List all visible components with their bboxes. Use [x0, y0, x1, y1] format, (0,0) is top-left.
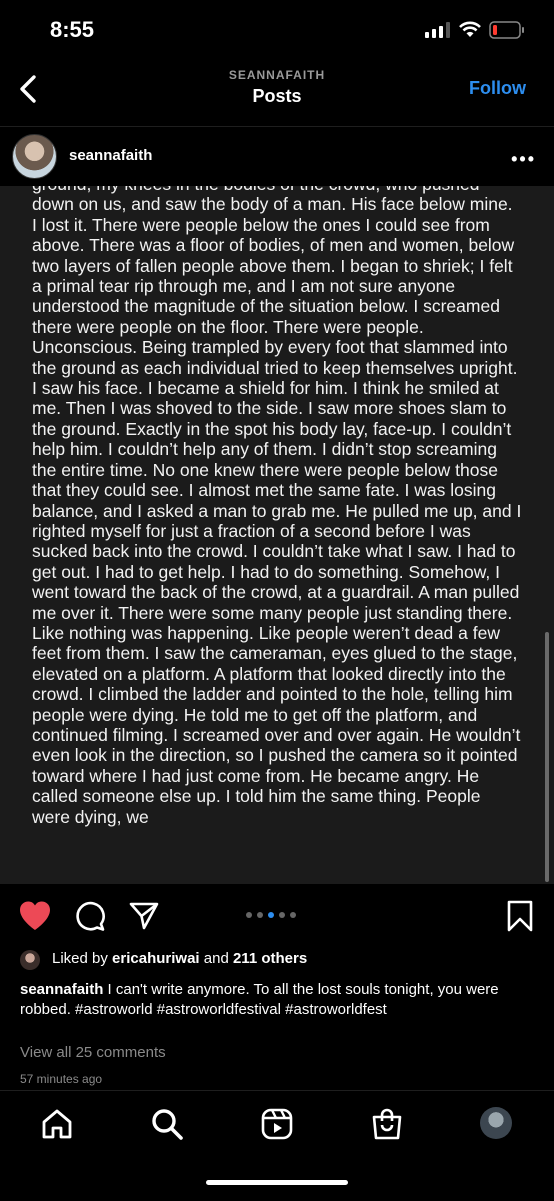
- author-avatar[interactable]: [12, 134, 57, 179]
- carousel-dot: [246, 912, 252, 918]
- home-indicator: [206, 1180, 348, 1185]
- carousel-dot-active: [268, 912, 274, 918]
- liker-username[interactable]: ericahuriwai: [112, 950, 200, 967]
- shop-icon[interactable]: [370, 1107, 404, 1141]
- carousel-dot: [290, 912, 296, 918]
- post-caption: seannafaith I can't write anymore. To al…: [20, 980, 540, 1020]
- nav-header: SEANNAFAITH Posts Follow: [0, 60, 554, 120]
- follow-button[interactable]: Follow: [469, 78, 526, 99]
- likes-prefix: Liked by: [52, 950, 108, 967]
- author-username[interactable]: seannafaith: [69, 147, 152, 164]
- status-bar: 8:55: [0, 0, 554, 60]
- media-scroll-indicator: [545, 632, 549, 882]
- battery-icon: [489, 21, 524, 39]
- likes-conjunction: and: [203, 950, 229, 967]
- share-icon[interactable]: [128, 900, 160, 932]
- reels-icon[interactable]: [260, 1107, 294, 1141]
- likes-others-link[interactable]: 211 others: [233, 950, 307, 967]
- likes-text: Liked by ericahuriwai and 211 others: [52, 950, 307, 967]
- signal-icon: [425, 22, 450, 38]
- carousel-indicator: [246, 912, 296, 918]
- search-icon[interactable]: [150, 1107, 184, 1141]
- post-actions: [0, 884, 554, 946]
- post-image-text: ground, my knees in the bodies of the cr…: [32, 186, 522, 827]
- home-icon[interactable]: [40, 1107, 74, 1141]
- caption-username[interactable]: seannafaith: [20, 981, 103, 998]
- bookmark-icon[interactable]: [506, 900, 534, 932]
- carousel-dot: [279, 912, 285, 918]
- status-time: 8:55: [50, 17, 95, 42]
- carousel-dot: [257, 912, 263, 918]
- view-comments-link[interactable]: View all 25 comments: [20, 1044, 166, 1061]
- heart-icon[interactable]: [18, 900, 52, 932]
- wifi-icon: [459, 21, 481, 37]
- more-icon[interactable]: •••: [511, 149, 536, 170]
- post-author-bar: seannafaith •••: [0, 126, 554, 185]
- comment-icon[interactable]: [74, 900, 106, 932]
- profile-avatar[interactable]: [480, 1107, 512, 1139]
- post-timestamp: 57 minutes ago: [20, 1072, 103, 1086]
- liker-avatar: [20, 950, 40, 970]
- post-media[interactable]: ground, my knees in the bodies of the cr…: [0, 186, 554, 884]
